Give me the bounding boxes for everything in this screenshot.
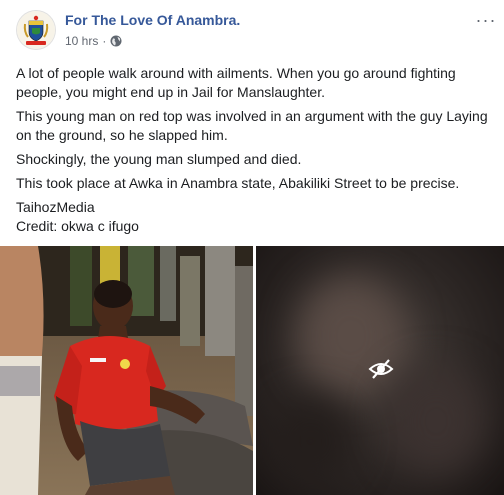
meta-separator: ·	[102, 34, 107, 48]
facebook-post: For The Love Of Anambra. 10 hrs · ··· A …	[0, 0, 504, 495]
more-options-icon[interactable]: ···	[476, 10, 496, 30]
street-scene-photo[interactable]	[0, 246, 253, 495]
post-paragraph: This young man on red top was involved i…	[16, 108, 488, 143]
eye-slash-icon[interactable]	[368, 358, 394, 380]
blurred-figure	[266, 396, 356, 486]
post-source: TaihozMedia	[16, 199, 95, 215]
globe-icon[interactable]	[110, 35, 122, 47]
post-meta: 10 hrs ·	[65, 33, 122, 49]
anambra-seal-logo	[17, 11, 55, 49]
post-header: For The Love Of Anambra. 10 hrs · ···	[0, 0, 504, 60]
blurred-figure	[386, 366, 486, 476]
post-paragraph: A lot of people walk around with ailment…	[16, 65, 456, 100]
post-paragraph: Shockingly, the young man slumped and di…	[16, 151, 302, 167]
post-credit: Credit: okwa c ifugo	[16, 218, 139, 234]
page-name-link[interactable]: For The Love Of Anambra.	[65, 12, 240, 28]
post-paragraph: This took place at Awka in Anambra state…	[16, 175, 460, 191]
page-avatar[interactable]	[16, 10, 56, 50]
post-photos	[0, 246, 504, 495]
hidden-sensitive-photo[interactable]	[256, 246, 504, 495]
post-timestamp[interactable]: 10 hrs	[65, 34, 98, 48]
